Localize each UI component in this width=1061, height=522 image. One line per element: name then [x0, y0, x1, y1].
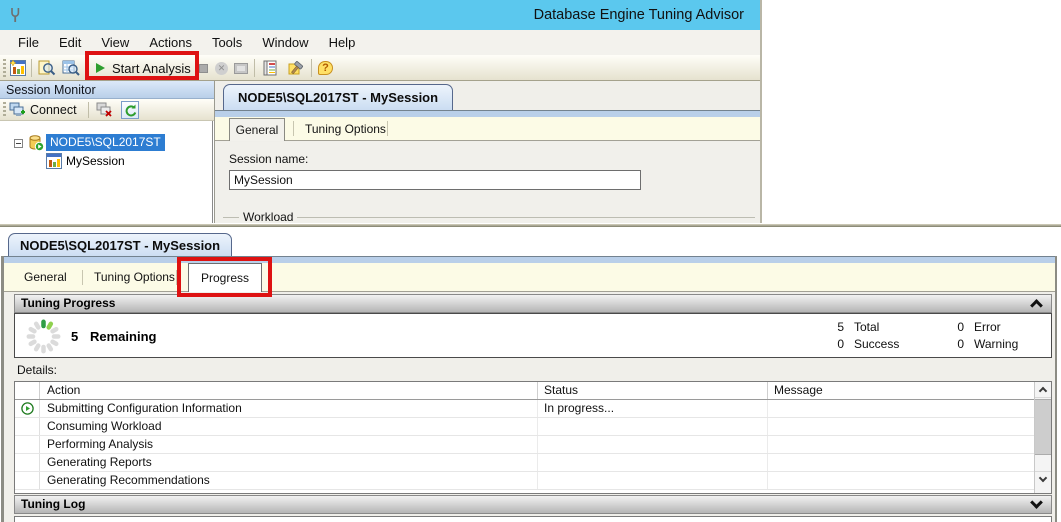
session-icon [46, 153, 64, 169]
table-row[interactable]: Generating Reports [15, 454, 1051, 472]
details-table: Action Status Message Submitting Configu… [14, 381, 1052, 494]
title-bar[interactable]: Database Engine Tuning Advisor [0, 0, 760, 30]
annotation-box-start-analysis [85, 51, 199, 80]
details-label: Details: [17, 363, 57, 377]
general-tab-page: Session name: Workload [215, 142, 762, 223]
tuning-log-panel [14, 516, 1052, 522]
help-icon[interactable]: ? [318, 61, 333, 75]
counter-error: 0 Error [940, 320, 1001, 334]
session-tree: NODE5\SQL2017ST MySession [0, 121, 213, 223]
menu-tools[interactable]: Tools [202, 30, 252, 55]
column-status[interactable]: Status [538, 382, 768, 399]
server-icon [28, 135, 46, 151]
disconnect-icon[interactable] [96, 102, 114, 118]
tree-item-server[interactable]: NODE5\SQL2017ST [46, 134, 165, 151]
progress-tab-page: Tuning Progress [4, 292, 1055, 522]
menu-help[interactable]: Help [319, 30, 366, 55]
screenshot-separator [0, 224, 1061, 227]
toolbar-grip[interactable] [3, 102, 6, 118]
session-monitor-panel: Session Monitor Connect [0, 81, 214, 223]
toolbar-separator [311, 59, 312, 77]
column-message[interactable]: Message [768, 382, 1051, 399]
collapse-chevron-icon[interactable] [1030, 299, 1043, 312]
main-window: Database Engine Tuning Advisor File Edit… [0, 0, 762, 223]
subtab-separator [387, 121, 388, 136]
vertical-scrollbar[interactable] [1034, 382, 1051, 493]
toolbar-separator [254, 59, 255, 77]
browse-workload-table-icon[interactable] [62, 60, 80, 76]
connect-icon[interactable] [9, 102, 27, 118]
menu-file[interactable]: File [8, 30, 49, 55]
table-row[interactable]: Generating Recommendations [15, 472, 1051, 490]
database-engine-tuning-advisor: Database Engine Tuning Advisor File Edit… [0, 0, 1061, 522]
annotation-box-progress [177, 257, 272, 297]
session-report-icon[interactable] [262, 60, 280, 76]
session-document-bottom: NODE5\SQL2017ST - MySession General Tuni… [0, 228, 1061, 522]
session-name-label: Session name: [229, 152, 308, 166]
session-name-input[interactable] [229, 170, 641, 190]
connect-button[interactable]: Connect [30, 99, 77, 121]
tuning-log-header: Tuning Log [21, 497, 85, 511]
circled-play-icon [15, 400, 40, 417]
refresh-icon[interactable] [121, 101, 139, 119]
tree-collapse-icon[interactable] [14, 139, 23, 148]
export-icon[interactable] [234, 63, 248, 74]
counter-success: 0 Success [820, 337, 899, 351]
tree-item-session[interactable]: MySession [66, 153, 125, 169]
column-action[interactable]: Action [40, 382, 538, 399]
subtab-separator [82, 270, 83, 285]
tab-tuning-options[interactable]: Tuning Options [94, 263, 175, 292]
toolbar-separator [31, 59, 32, 77]
menu-window[interactable]: Window [252, 30, 318, 55]
new-session-icon[interactable] [10, 60, 28, 76]
stop-analysis-icon[interactable] [199, 64, 208, 73]
tuning-options-icon[interactable] [288, 60, 306, 76]
table-header-row: Action Status Message [15, 382, 1051, 400]
table-row[interactable]: Submitting Configuration Information In … [15, 400, 1051, 418]
toolbar-separator [88, 102, 89, 118]
session-monitor-toolbar: Connect [0, 99, 214, 121]
window-title: Database Engine Tuning Advisor [534, 0, 744, 30]
browse-workload-file-icon[interactable] [38, 60, 56, 76]
tab-general[interactable]: General [229, 118, 285, 141]
document-tab[interactable]: NODE5\SQL2017ST - MySession [223, 84, 453, 110]
cancel-icon[interactable]: ✕ [215, 62, 228, 75]
toolbar-grip[interactable] [3, 59, 6, 77]
counter-total: 5 Total [820, 320, 879, 334]
tuning-log-bar: Tuning Log [14, 495, 1052, 514]
subtab-strip-top: General Tuning Options [215, 117, 762, 141]
progress-spinner-icon [25, 318, 62, 360]
workload-label: Workload [239, 210, 297, 223]
subtab-separator [293, 121, 294, 136]
app-icon [8, 7, 23, 28]
tab-general[interactable]: General [24, 263, 67, 292]
counter-warning: 0 Warning [940, 337, 1018, 351]
tuning-progress-header: Tuning Progress [21, 296, 115, 310]
scroll-up-button[interactable] [1035, 382, 1051, 398]
tab-tuning-options[interactable]: Tuning Options [305, 117, 386, 141]
scroll-down-button[interactable] [1035, 471, 1051, 487]
remaining-count: 5 [71, 314, 78, 359]
table-row[interactable]: Performing Analysis [15, 436, 1051, 454]
tab-band [215, 110, 762, 117]
remaining-label: Remaining [90, 314, 156, 359]
workload-groupbox [223, 217, 755, 218]
tab-page-frame: General Tuning Options Progress Tuning P… [1, 256, 1057, 522]
table-row[interactable]: Consuming Workload [15, 418, 1051, 436]
session-document-top: NODE5\SQL2017ST - MySession General Tuni… [214, 81, 762, 223]
tuning-progress-bar: Tuning Progress [14, 294, 1052, 313]
document-tab[interactable]: NODE5\SQL2017ST - MySession [8, 233, 232, 257]
tuning-progress-panel: 5 Remaining 5 Total 0 Success 0 Error [14, 313, 1052, 358]
session-monitor-header: Session Monitor [0, 81, 214, 99]
tab-band [4, 256, 1055, 263]
expand-chevron-icon[interactable] [1030, 496, 1043, 509]
scrollbar-thumb[interactable] [1035, 399, 1051, 455]
subtab-strip-bottom: General Tuning Options Progress [4, 263, 1055, 292]
status-icon-column [15, 382, 40, 399]
